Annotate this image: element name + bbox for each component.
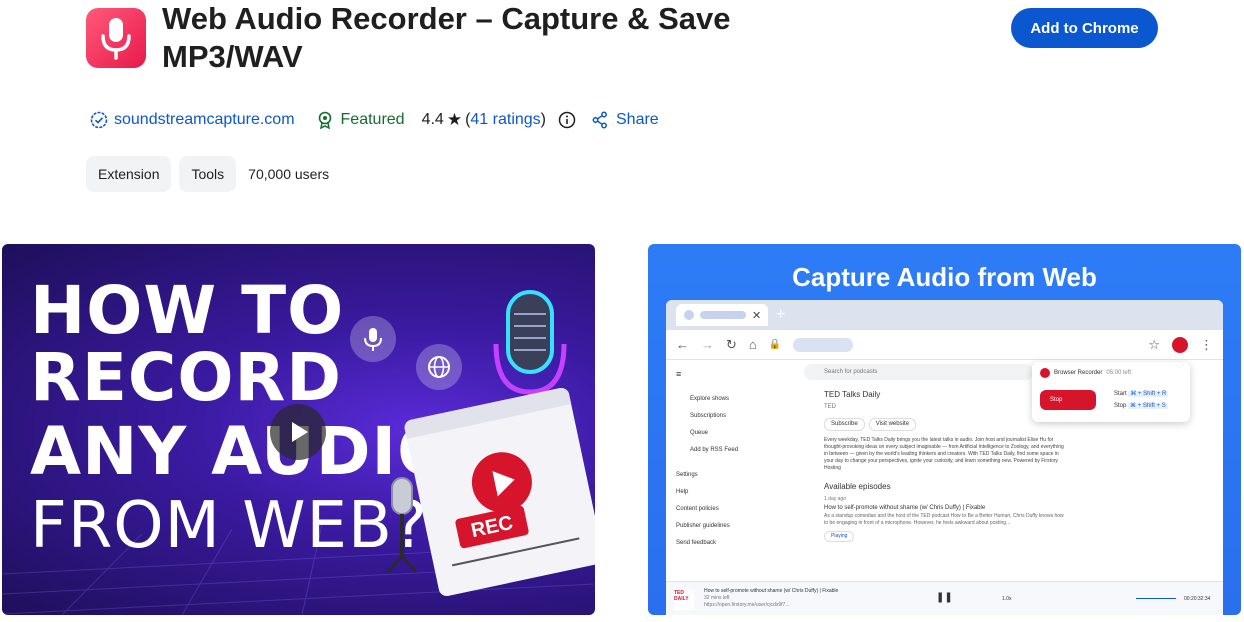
rating-value: 4.4 bbox=[421, 111, 444, 128]
reload-icon: ↻ bbox=[726, 336, 737, 352]
bookmark-icon: ☆ bbox=[1148, 336, 1160, 352]
player-remaining: 32 mins left bbox=[704, 595, 730, 601]
demo-browser: ✕ + ← → ↻ ⌂ 🔒 ☆ ⋮ ≡ Explore shows Subscr… bbox=[666, 300, 1223, 615]
hamburger-icon: ≡ bbox=[676, 369, 682, 379]
screenshot-video[interactable]: HOW TO RECORD ANY AUDIO FROM WEB? REC bbox=[2, 244, 595, 615]
lock-icon: 🔒 bbox=[768, 339, 782, 350]
new-tab-icon: + bbox=[776, 306, 786, 323]
page-title: Web Audio Recorder – Capture & Save MP3/… bbox=[162, 1, 731, 74]
search-placeholder: Search for podcasts bbox=[824, 369, 878, 375]
recorder-name: Browser Recorder bbox=[1054, 370, 1103, 376]
sidebar-item: Subscriptions bbox=[690, 413, 727, 419]
demo-search: Search for podcasts bbox=[804, 364, 1034, 380]
verified-icon bbox=[90, 111, 108, 129]
volume-slider bbox=[1136, 598, 1176, 599]
star-icon: ★ bbox=[446, 110, 463, 129]
user-count: 70,000 users bbox=[248, 166, 330, 182]
site-link[interactable]: soundstreamcapture.com bbox=[90, 111, 295, 129]
share-button[interactable]: Share bbox=[592, 111, 659, 129]
stop-label: Stop bbox=[1050, 397, 1063, 403]
url-pill bbox=[793, 337, 854, 352]
start-keys: ⌘ + Shift + R bbox=[1128, 391, 1169, 397]
demo-tab: ✕ bbox=[676, 304, 768, 326]
sidebar-item: Explore shows bbox=[690, 396, 730, 402]
available-heading: Available episodes bbox=[824, 482, 891, 491]
player-time: 00:20:32:34 bbox=[1184, 596, 1211, 602]
info-icon[interactable] bbox=[558, 111, 576, 129]
sidebar-item: Add by RSS Feed bbox=[690, 447, 739, 453]
add-to-chrome-button[interactable]: Add to Chrome bbox=[1011, 8, 1158, 48]
share-icon bbox=[592, 111, 607, 129]
home-icon: ⌂ bbox=[748, 337, 757, 352]
start-label: Start bbox=[1114, 391, 1127, 397]
sidebar-item: Help bbox=[676, 489, 689, 495]
episode-age: 1 day ago bbox=[824, 496, 846, 502]
featured-icon bbox=[318, 111, 331, 129]
featured-label: Featured bbox=[340, 111, 405, 128]
episode-desc: As a standup comedian and the host of th… bbox=[824, 513, 1064, 526]
share-label[interactable]: Share bbox=[616, 111, 659, 129]
featured-badge: Featured bbox=[317, 111, 405, 129]
sidebar-item: Settings bbox=[676, 472, 698, 478]
stop-button: Stop bbox=[1040, 390, 1096, 410]
demo-tabbar: ✕ + bbox=[666, 300, 1223, 330]
small-mic-icon bbox=[386, 477, 418, 573]
player-thumb: TED DAILY bbox=[674, 590, 694, 610]
episode-title: How to self-promote without shame (w/ Ch… bbox=[824, 505, 986, 511]
demo-content: TED Talks Daily TED Subscribe Visit webs… bbox=[824, 390, 1064, 542]
screenshot-demo[interactable]: Capture Audio from Web ✕ + ← → ↻ ⌂ 🔒 ☆ ⋮… bbox=[648, 244, 1241, 615]
app-icon bbox=[86, 8, 146, 68]
extension-record-icon bbox=[1172, 336, 1188, 353]
ratings-close: ) bbox=[540, 111, 546, 128]
mic-bubble-icon bbox=[350, 316, 396, 362]
sidebar-item: Send feedback bbox=[676, 540, 717, 546]
player-title: How to self-promote without shame (w/ Ch… bbox=[704, 588, 839, 594]
chip-tools[interactable]: Tools bbox=[179, 156, 237, 192]
video-play-button[interactable] bbox=[270, 404, 326, 460]
visit-chip: Visit website bbox=[868, 418, 916, 431]
back-icon: ← bbox=[676, 337, 689, 352]
thumb-line-2: RECORD bbox=[30, 339, 343, 416]
sidebar-item: Queue bbox=[690, 430, 709, 436]
menu-icon: ⋮ bbox=[1200, 336, 1213, 352]
forward-icon: → bbox=[701, 337, 714, 352]
stop-shortcut-label: Stop bbox=[1114, 403, 1127, 409]
site-link-text[interactable]: soundstreamcapture.com bbox=[114, 111, 295, 129]
globe-icon bbox=[416, 344, 462, 390]
record-dot-icon bbox=[1040, 368, 1050, 378]
category-chips: Extension Tools 70,000 users bbox=[86, 156, 329, 192]
podcast-description: Every weekday, TED Talks Daily brings yo… bbox=[824, 437, 1064, 471]
podcast-name: TED Talks Daily bbox=[824, 390, 881, 399]
microphone-icon bbox=[101, 18, 131, 60]
thumb-line-1: HOW TO bbox=[30, 272, 345, 349]
player-url: https://open.firstory.me/user/cjcdx9f7..… bbox=[704, 602, 790, 608]
pause-icon: ❚❚ bbox=[936, 592, 953, 603]
demo-player: TED DAILY How to self-promote without sha… bbox=[666, 581, 1223, 615]
demo-title: Capture Audio from Web bbox=[792, 262, 1097, 292]
demo-urlbar: ← → ↻ ⌂ 🔒 ☆ ⋮ bbox=[666, 330, 1223, 360]
stop-keys: ⌘ + Shift + S bbox=[1128, 403, 1168, 409]
meta-row: soundstreamcapture.com Featured 4.4 ★ ( … bbox=[90, 108, 659, 132]
play-icon bbox=[292, 422, 308, 442]
thumb-line-4: FROM WEB? bbox=[30, 489, 428, 563]
sidebar-item: Publisher guidelines bbox=[676, 523, 730, 529]
podcast-publisher: TED bbox=[824, 404, 836, 410]
chip-extension[interactable]: Extension bbox=[86, 156, 172, 192]
subscribe-chip: Subscribe bbox=[824, 418, 865, 431]
recorder-popup: Browser Recorder 05:00 left Stop Start ⌘… bbox=[1032, 362, 1190, 422]
playing-chip: Playing bbox=[824, 531, 855, 542]
ratings-link[interactable]: 41 ratings bbox=[470, 111, 540, 129]
recorder-time-left: 05:00 left bbox=[1106, 370, 1132, 376]
rating: 4.4 ★ ( 41 ratings ) bbox=[422, 110, 576, 130]
player-speed: 1.0x bbox=[1002, 596, 1012, 602]
sidebar-item: Content policies bbox=[676, 506, 719, 512]
close-icon: ✕ bbox=[752, 309, 762, 322]
demo-sidebar: ≡ Explore shows Subscriptions Queue Add … bbox=[676, 366, 766, 552]
